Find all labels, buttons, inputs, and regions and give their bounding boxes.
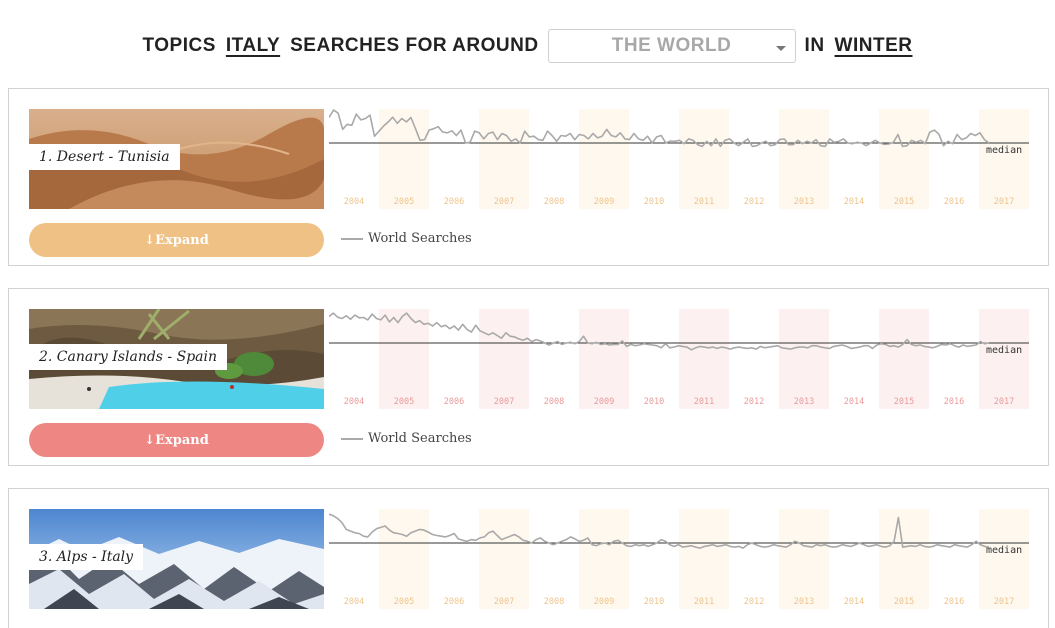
year-label: 2005 — [394, 597, 414, 607]
topic-card: 2. Canary Islands - Spain 2004 2005 2006 20… — [8, 288, 1049, 466]
search-trend-chart: 2004 2005 2006 2007 2008 2009 2010 2011 2012 2013… — [329, 309, 1029, 409]
year-label: 2017 — [994, 397, 1014, 407]
region-dropdown[interactable]: THE WORLD — [547, 29, 796, 63]
year-label: 2009 — [594, 397, 614, 407]
year-band — [479, 309, 529, 409]
topic-title: 1. Desert - Tunisia — [29, 144, 180, 170]
topic-title: 2. Canary Islands - Spain — [29, 344, 228, 370]
year-label: 2004 — [344, 397, 364, 407]
year-label: 2010 — [644, 197, 664, 207]
legend-label: World Searches — [368, 231, 472, 246]
year-band — [679, 109, 729, 209]
year-label: 2014 — [844, 597, 864, 607]
year-label: 2011 — [694, 197, 714, 207]
region-dropdown-value: THE WORLD — [611, 35, 732, 56]
year-label: 2006 — [444, 197, 464, 207]
year-band — [579, 309, 629, 409]
year-band — [479, 509, 529, 609]
year-band — [679, 309, 729, 409]
year-label: 2011 — [694, 397, 714, 407]
year-label: 2007 — [494, 397, 514, 407]
chart-legend: World Searches — [341, 431, 472, 446]
topic-photo-alps: 3. Alps - Italy — [29, 509, 324, 609]
year-label: 2010 — [644, 597, 664, 607]
year-band — [379, 509, 429, 609]
topic-headline: TOPICS ITALY SEARCHES FOR AROUND THE WOR… — [0, 28, 1055, 64]
topic-card: 1. Desert - Tunisia 2004 2005 2006 2007 2008… — [8, 88, 1049, 266]
search-trend-chart: 2004 2005 2006 2007 2008 2009 2010 2011 2012 2013… — [329, 509, 1029, 609]
search-trend-chart: 2004 2005 2006 2007 2008 2009 2010 2011 2012 2013… — [329, 109, 1029, 209]
headline-word-topics: TOPICS — [142, 35, 216, 56]
year-band — [979, 309, 1029, 409]
chevron-down-icon — [775, 46, 786, 51]
year-label: 2006 — [444, 397, 464, 407]
topic-photo-canary-islands: 2. Canary Islands - Spain — [29, 309, 324, 409]
year-band — [879, 109, 929, 209]
year-label: 2013 — [794, 197, 814, 207]
year-label: 2015 — [894, 397, 914, 407]
year-label: 2005 — [394, 197, 414, 207]
topic-title: 3. Alps - Italy — [29, 544, 144, 570]
year-band — [779, 509, 829, 609]
legend-line-swatch — [341, 437, 363, 440]
year-band — [579, 109, 629, 209]
year-label: 2005 — [394, 397, 414, 407]
year-band — [979, 509, 1029, 609]
year-label: 2013 — [794, 397, 814, 407]
year-label: 2006 — [444, 597, 464, 607]
year-band — [479, 109, 529, 209]
year-band — [579, 509, 629, 609]
country-selector[interactable]: ITALY — [226, 35, 280, 57]
year-label: 2012 — [744, 597, 764, 607]
year-band — [779, 109, 829, 209]
year-label: 2017 — [994, 197, 1014, 207]
year-label: 2004 — [344, 197, 364, 207]
year-label: 2014 — [844, 397, 864, 407]
expand-button[interactable]: ↓Expand — [29, 223, 324, 257]
year-band — [979, 109, 1029, 209]
year-label: 2016 — [944, 397, 964, 407]
year-band — [879, 309, 929, 409]
median-label: median — [986, 545, 1022, 556]
year-label: 2016 — [944, 597, 964, 607]
expand-button[interactable]: ↓Expand — [29, 423, 324, 457]
year-label: 2015 — [894, 597, 914, 607]
year-band — [779, 309, 829, 409]
year-label: 2017 — [994, 597, 1014, 607]
year-label: 2008 — [544, 397, 564, 407]
year-label: 2013 — [794, 597, 814, 607]
headline-word-searches: SEARCHES FOR AROUND — [290, 35, 539, 56]
year-label: 2014 — [844, 197, 864, 207]
year-band — [879, 509, 929, 609]
year-label: 2016 — [944, 197, 964, 207]
headline-word-in: IN — [804, 35, 825, 56]
year-label: 2004 — [344, 597, 364, 607]
median-label: median — [986, 345, 1022, 356]
median-label: median — [986, 145, 1022, 156]
season-selector[interactable]: WINTER — [835, 35, 913, 57]
year-label: 2009 — [594, 197, 614, 207]
year-label: 2008 — [544, 197, 564, 207]
year-label: 2007 — [494, 597, 514, 607]
year-label: 2007 — [494, 197, 514, 207]
topic-card: 3. Alps - Italy 2004 2005 2006 2007 2008 2009… — [8, 488, 1049, 628]
topic-photo-desert: 1. Desert - Tunisia — [29, 109, 324, 209]
year-label: 2011 — [694, 597, 714, 607]
year-label: 2012 — [744, 197, 764, 207]
year-label: 2010 — [644, 397, 664, 407]
year-label: 2015 — [894, 197, 914, 207]
year-label: 2008 — [544, 597, 564, 607]
legend-label: World Searches — [368, 431, 472, 446]
chart-legend: World Searches — [341, 231, 472, 246]
year-label: 2012 — [744, 397, 764, 407]
year-band — [679, 509, 729, 609]
legend-line-swatch — [341, 237, 363, 240]
year-band — [379, 309, 429, 409]
year-label: 2009 — [594, 597, 614, 607]
